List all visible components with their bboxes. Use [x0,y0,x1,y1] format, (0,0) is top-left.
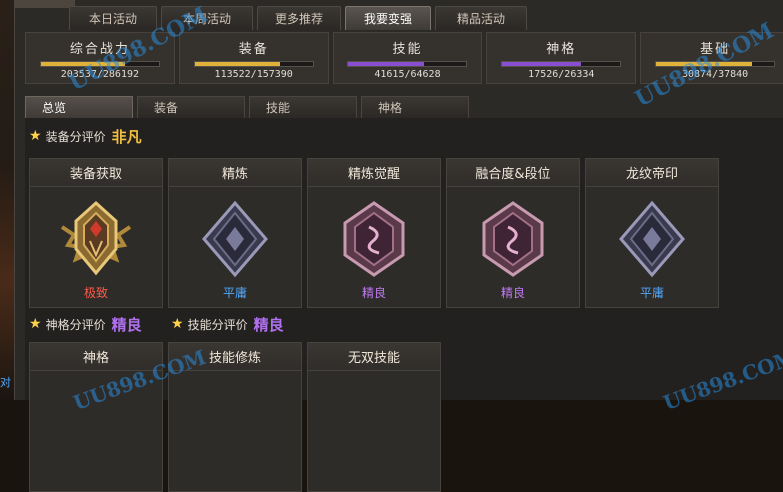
stat-equipment: 装备 113522/157390 [178,32,329,84]
gold-crest-icon [54,199,138,283]
card-refine[interactable]: 精炼 平庸 [168,158,302,308]
card-grade: 平庸 [222,286,247,300]
star-icon: ★ [171,316,184,332]
section-grade: 精良 [253,315,284,334]
progress-fill [348,62,425,66]
tab-get-stronger[interactable]: 我要变强 [345,6,431,30]
card-fusion-rank[interactable]: 融合度&段位 精良 [446,158,580,308]
stat-label: 技能 [392,42,423,57]
top-tab-bar: 本日活动 本周活动 更多推荐 我要变强 精品活动 [69,6,527,32]
section-label: 技能分评价 [187,317,248,332]
subtab-equipment[interactable]: 装备 [137,96,245,118]
section-grade: 精良 [111,315,142,334]
stat-value: 113522/157390 [214,69,293,80]
section-grade: 非凡 [111,127,142,146]
sub-tab-bar: 总览 装备 技能 神格 [25,96,469,118]
card-refine-awaken[interactable]: 精炼觉醒 精良 [307,158,441,308]
progress-bar [347,61,468,67]
card-grade: 精良 [500,286,525,300]
card-title: 融合度&段位 [447,159,579,187]
progress-bar [193,61,314,67]
card-godhood[interactable]: 神格 [29,342,163,492]
card-title: 龙纹帝印 [586,159,718,187]
equip-rating-title: ★ 装备分评价 非凡 [29,126,142,146]
star-icon: ★ [29,128,42,144]
stat-label: 装备 [238,42,269,57]
card-title: 精炼 [169,159,301,187]
stat-label: 神格 [546,42,577,57]
progress-bar [501,61,622,67]
progress-fill [502,62,581,66]
subtab-overview[interactable]: 总览 [25,96,133,118]
purple-diamond-icon [339,199,409,283]
tab-more-recommend[interactable]: 更多推荐 [257,6,341,30]
card-peerless-skill[interactable]: 无双技能 [307,342,441,492]
card-equip-acquire[interactable]: 装备获取 极致 [29,158,163,308]
card-title: 装备获取 [30,159,162,187]
stat-skill: 技能 41615/64628 [332,32,483,84]
section-label: 装备分评价 [45,129,106,144]
tab-today-events[interactable]: 本日活动 [69,6,157,30]
skill-rating-title: ★ 技能分评价 精良 [171,314,284,334]
card-title: 无双技能 [308,343,440,371]
card-grade: 平庸 [639,286,664,300]
stat-value: 41615/64628 [374,69,441,80]
stat-godhood: 神格 17526/26334 [486,32,637,84]
progress-fill [194,62,280,66]
godhood-rating-title: ★ 神格分评价 精良 [29,314,142,334]
purple-diamond-icon [478,199,548,283]
star-icon: ★ [29,316,42,332]
window-frame-corner [15,0,75,8]
edge-text: 对 [0,376,11,389]
card-title: 精炼觉醒 [308,159,440,187]
stat-value: 17526/26334 [528,69,595,80]
subtab-godhood[interactable]: 神格 [361,96,469,118]
tab-featured-events[interactable]: 精品活动 [435,6,527,30]
card-dragon-seal[interactable]: 龙纹帝印 平庸 [585,158,719,308]
silver-diamond-icon [200,199,270,283]
card-grade: 精良 [361,286,386,300]
section-label: 神格分评价 [45,317,106,332]
subtab-skill[interactable]: 技能 [249,96,357,118]
overview-panel: ★ 装备分评价 非凡 装备获取 极致 精炼 平庸 精炼觉醒 精良 融合度&段位 … [25,118,783,492]
silver-diamond-icon [617,199,687,283]
card-grade: 极致 [83,286,108,300]
